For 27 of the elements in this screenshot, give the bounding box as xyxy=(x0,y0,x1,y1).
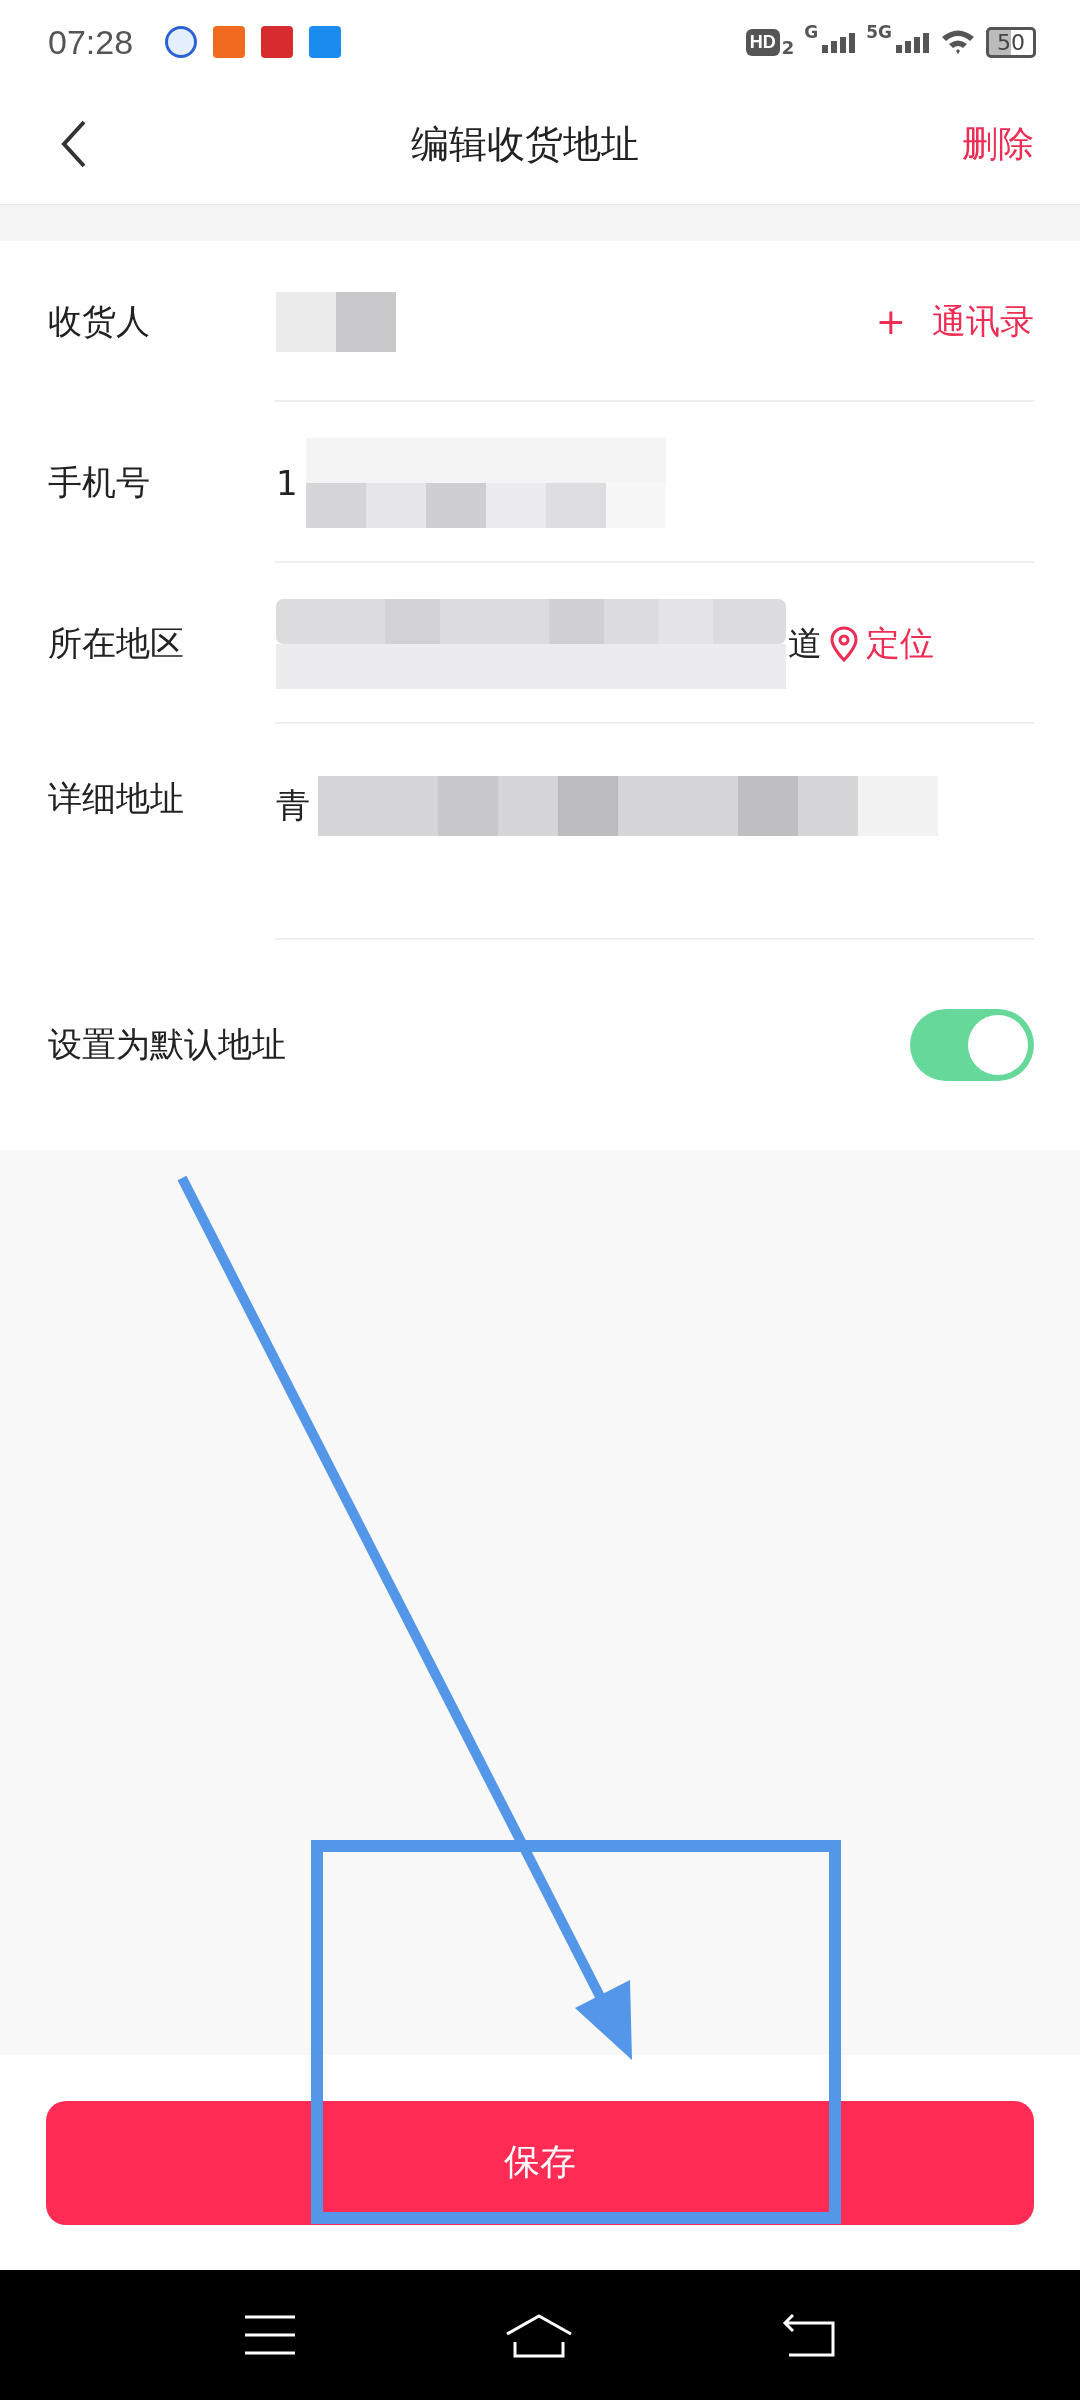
back-icon[interactable] xyxy=(60,119,88,169)
locate-link[interactable]: 定位 xyxy=(866,620,934,667)
region-value[interactable]: 道 xyxy=(788,620,822,667)
battery-indicator: 50 xyxy=(986,26,1036,58)
menu-icon[interactable] xyxy=(243,2313,297,2357)
plus-icon[interactable]: + xyxy=(875,301,906,342)
delete-link[interactable]: 删除 xyxy=(962,119,1034,169)
field-label: 收货人 xyxy=(48,299,151,343)
field-label: 详细地址 xyxy=(48,777,185,820)
hd-sub-label: 2 xyxy=(781,37,795,58)
save-button[interactable]: 保存 xyxy=(46,2100,1034,2225)
signal-icon xyxy=(822,31,857,53)
signal-icon xyxy=(896,31,930,53)
wifi-icon xyxy=(940,28,976,56)
status-time: 07:28 xyxy=(48,22,134,62)
phone-value[interactable]: 1 xyxy=(276,462,298,503)
hd-indicator: HD xyxy=(745,28,780,56)
field-label: 所在地区 xyxy=(48,621,185,665)
back-icon[interactable] xyxy=(781,2313,837,2357)
address-value[interactable]: 青 xyxy=(276,783,310,829)
location-pin-icon[interactable] xyxy=(830,625,858,662)
network-label: G xyxy=(804,22,819,42)
page-title: 编辑收货地址 xyxy=(411,120,639,168)
network-label: 5G xyxy=(866,22,892,42)
field-label: 手机号 xyxy=(48,460,151,504)
default-address-label: 设置为默认地址 xyxy=(48,1023,286,1066)
contacts-link[interactable]: 通讯录 xyxy=(932,298,1034,345)
